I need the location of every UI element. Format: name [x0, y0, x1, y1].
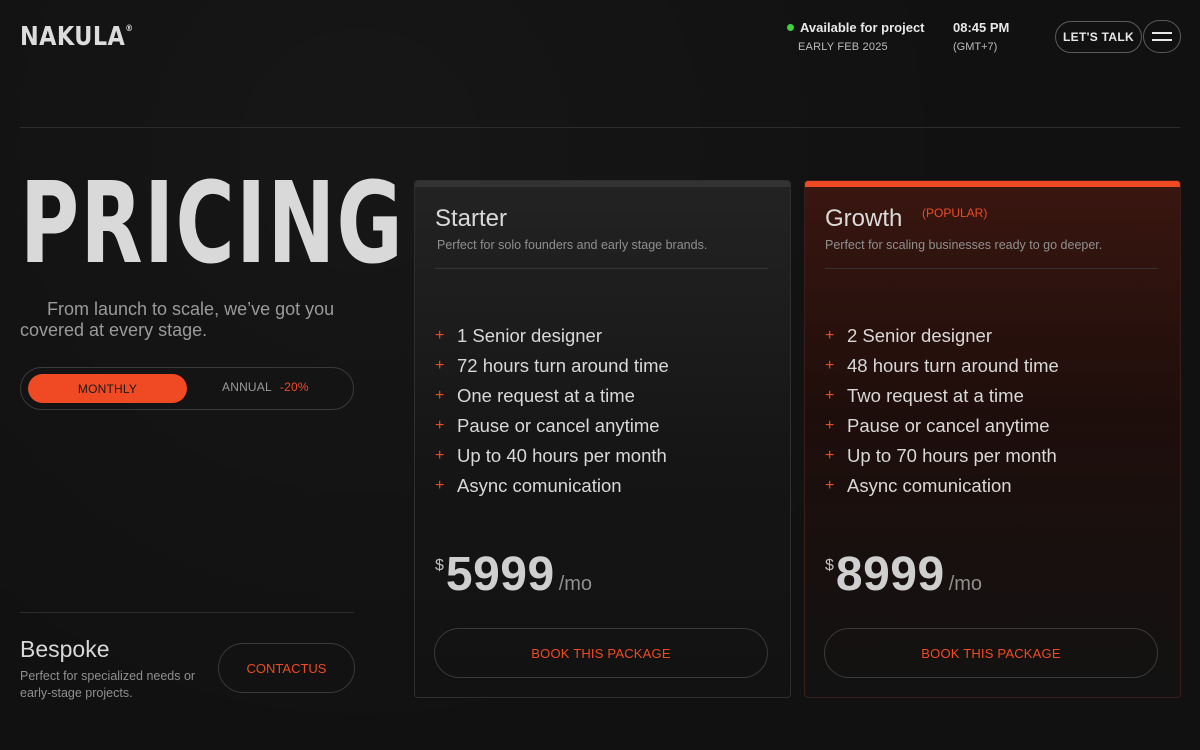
plus-icon: + [825, 417, 835, 434]
plan-description: Perfect for scaling businesses ready to … [825, 238, 1103, 252]
plus-icon: + [825, 447, 835, 464]
feature-item: + Up to 40 hours per month [435, 445, 667, 466]
clock-timezone: (GMT+7) [953, 41, 998, 53]
lets-talk-button[interactable]: LET'S TALK [1055, 21, 1142, 53]
page-lead: From launch to scale, we’ve got you cove… [20, 299, 335, 340]
plan-card-starter: Starter Perfect for solo founders and ea… [414, 180, 791, 698]
billing-toggle: MONTHLY ANNUAL -20% [20, 367, 354, 410]
billing-monthly-option[interactable]: MONTHLY [28, 374, 187, 403]
feature-item: +2 Senior designer [825, 325, 993, 346]
feature-item: + Async comunication [825, 475, 1012, 496]
annual-discount-badge: -20% [279, 380, 309, 394]
status-dot-icon [787, 24, 794, 31]
plus-icon: + [435, 387, 445, 404]
popular-badge: (POPULAR) [922, 206, 988, 220]
availability-date: EARLY FEB 2025 [798, 41, 888, 53]
price-currency: $ [825, 557, 834, 574]
feature-list: +1 Senior designer +72 hours turn around… [435, 321, 669, 501]
hamburger-icon [1152, 32, 1172, 34]
brand-name: NAKULA [20, 22, 126, 52]
bespoke-divider [20, 612, 354, 613]
book-package-button[interactable]: BOOK THIS PACKAGE [434, 628, 768, 678]
card-divider [435, 268, 768, 269]
plus-icon: + [435, 327, 445, 344]
plus-icon: + [825, 357, 835, 374]
feature-item: +1 Senior designer [435, 325, 603, 346]
feature-item: + Pause or cancel anytime [825, 415, 1050, 436]
price-period: /mo [558, 573, 593, 595]
feature-item: + Up to 70 hours per month [825, 445, 1057, 466]
bespoke-title: Bespoke [20, 636, 110, 662]
price-amount: 5999 [445, 548, 555, 601]
hamburger-icon-line [1152, 39, 1172, 41]
brand-logo[interactable]: NAKULA® [20, 22, 133, 52]
plan-name: Starter [435, 205, 508, 232]
plus-icon: + [435, 447, 445, 464]
local-clock: 08:45 PM (GMT+7) [953, 20, 1009, 53]
clock-time: 08:45 PM [953, 20, 1010, 35]
card-top-bar [415, 181, 790, 187]
price-amount: 8999 [835, 548, 945, 601]
plan-name: Growth [825, 205, 903, 232]
menu-button[interactable] [1143, 20, 1181, 53]
registered-mark: ® [125, 24, 134, 34]
plus-icon: + [825, 387, 835, 404]
feature-item: + Pause or cancel anytime [435, 415, 660, 436]
price-currency: $ [435, 557, 444, 574]
billing-annual-option[interactable]: ANNUAL -20% [222, 380, 309, 394]
bespoke-description: Perfect for specialized needs or early-s… [20, 669, 196, 700]
plan-price: $ 5999 /mo [435, 551, 592, 599]
plan-description: Perfect for solo founders and early stag… [437, 238, 708, 252]
plan-card-growth: Growth (POPULAR) Perfect for scaling bus… [804, 180, 1181, 698]
plus-icon: + [435, 477, 445, 494]
availability-text: Available for project [800, 20, 925, 35]
feature-item: +48 hours turn around time [825, 355, 1059, 376]
card-divider [825, 268, 1158, 269]
card-top-bar [805, 181, 1180, 187]
annual-label: ANNUAL [222, 380, 272, 394]
price-period: /mo [948, 573, 983, 595]
contact-us-button[interactable]: CONTACTUS [218, 643, 355, 693]
book-package-button[interactable]: BOOK THIS PACKAGE [824, 628, 1158, 678]
plus-icon: + [825, 477, 835, 494]
feature-item: + One request at a time [435, 385, 635, 406]
plan-price: $ 8999 /mo [825, 551, 982, 599]
header-divider [20, 127, 1180, 128]
plus-icon: + [435, 417, 445, 434]
feature-list: +2 Senior designer +48 hours turn around… [825, 321, 1059, 501]
feature-item: +72 hours turn around time [435, 355, 669, 376]
availability-status: Available for project EARLY FEB 2025 [787, 20, 925, 53]
plus-icon: + [435, 357, 445, 374]
plus-icon: + [825, 327, 835, 344]
page-title: PRICING [20, 159, 405, 289]
feature-item: + Two request at a time [825, 385, 1024, 406]
feature-item: + Async comunication [435, 475, 622, 496]
